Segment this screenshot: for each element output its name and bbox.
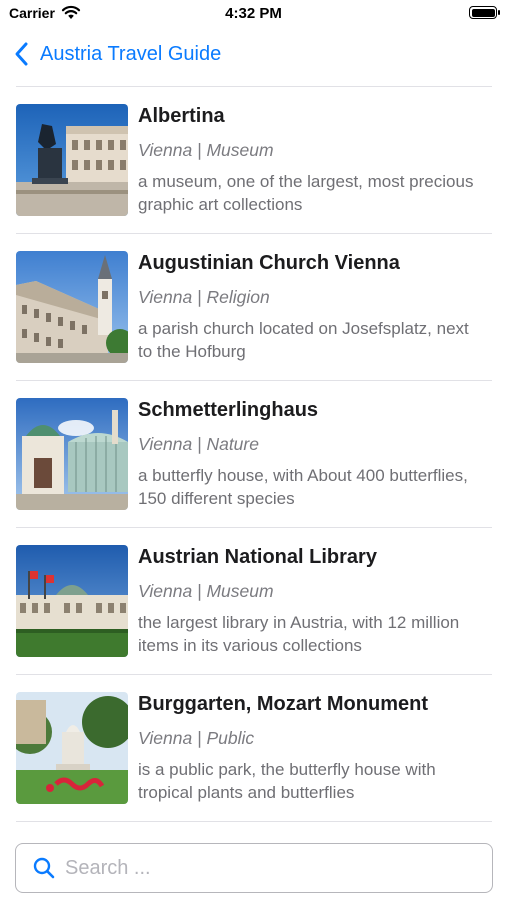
back-label: Austria Travel Guide — [40, 42, 222, 65]
place-photo — [16, 692, 128, 804]
place-description: is a public park, the butterfly house wi… — [138, 760, 436, 802]
list-item[interactable]: Augustinian Church Vienna Vienna | Relig… — [16, 234, 492, 381]
place-photo — [16, 251, 128, 363]
list-item[interactable]: Albertina Vienna | Museum a museum, one … — [16, 87, 492, 234]
battery-icon — [469, 6, 500, 19]
search-input[interactable] — [65, 852, 480, 884]
search-icon — [33, 857, 55, 884]
place-title: Albertina — [138, 105, 225, 127]
place-photo — [16, 104, 128, 216]
place-subtitle: Vienna | Museum — [138, 140, 274, 160]
places-list: Albertina Vienna | Museum a museum, one … — [16, 87, 492, 822]
place-title: Austrian National Library — [138, 546, 377, 568]
clock: 4:32 PM — [225, 5, 282, 22]
place-description: a butterfly house, with About 400 butter… — [138, 466, 468, 508]
place-title: Burggarten, Mozart Monument — [138, 693, 428, 715]
list-item[interactable]: Austrian National Library Vienna | Museu… — [16, 528, 492, 675]
place-title: Schmetterlinghaus — [138, 399, 319, 421]
chevron-left-icon — [12, 40, 32, 68]
place-subtitle: Vienna | Religion — [138, 287, 270, 307]
place-title: Augustinian Church Vienna — [138, 252, 400, 274]
list-item[interactable]: Schmetterlinghaus Vienna | Nature a butt… — [16, 381, 492, 528]
navigation-bar: Austria Travel Guide — [0, 36, 507, 72]
back-button[interactable]: Austria Travel Guide — [12, 36, 221, 72]
search-bar[interactable] — [15, 843, 493, 893]
place-subtitle: Vienna | Nature — [138, 434, 259, 454]
place-subtitle: Vienna | Museum — [138, 581, 274, 601]
place-photo — [16, 398, 128, 510]
place-description: the largest library in Austria, with 12 … — [138, 613, 460, 655]
status-bar: Carrier 4:32 PM — [0, 0, 507, 30]
place-description: a parish church located on Josefsplatz, … — [138, 319, 469, 361]
list-item[interactable]: Burggarten, Mozart Monument Vienna | Pub… — [16, 675, 492, 822]
place-photo — [16, 545, 128, 657]
place-subtitle: Vienna | Public — [138, 728, 255, 748]
place-description: a museum, one of the largest, most preci… — [138, 172, 474, 214]
